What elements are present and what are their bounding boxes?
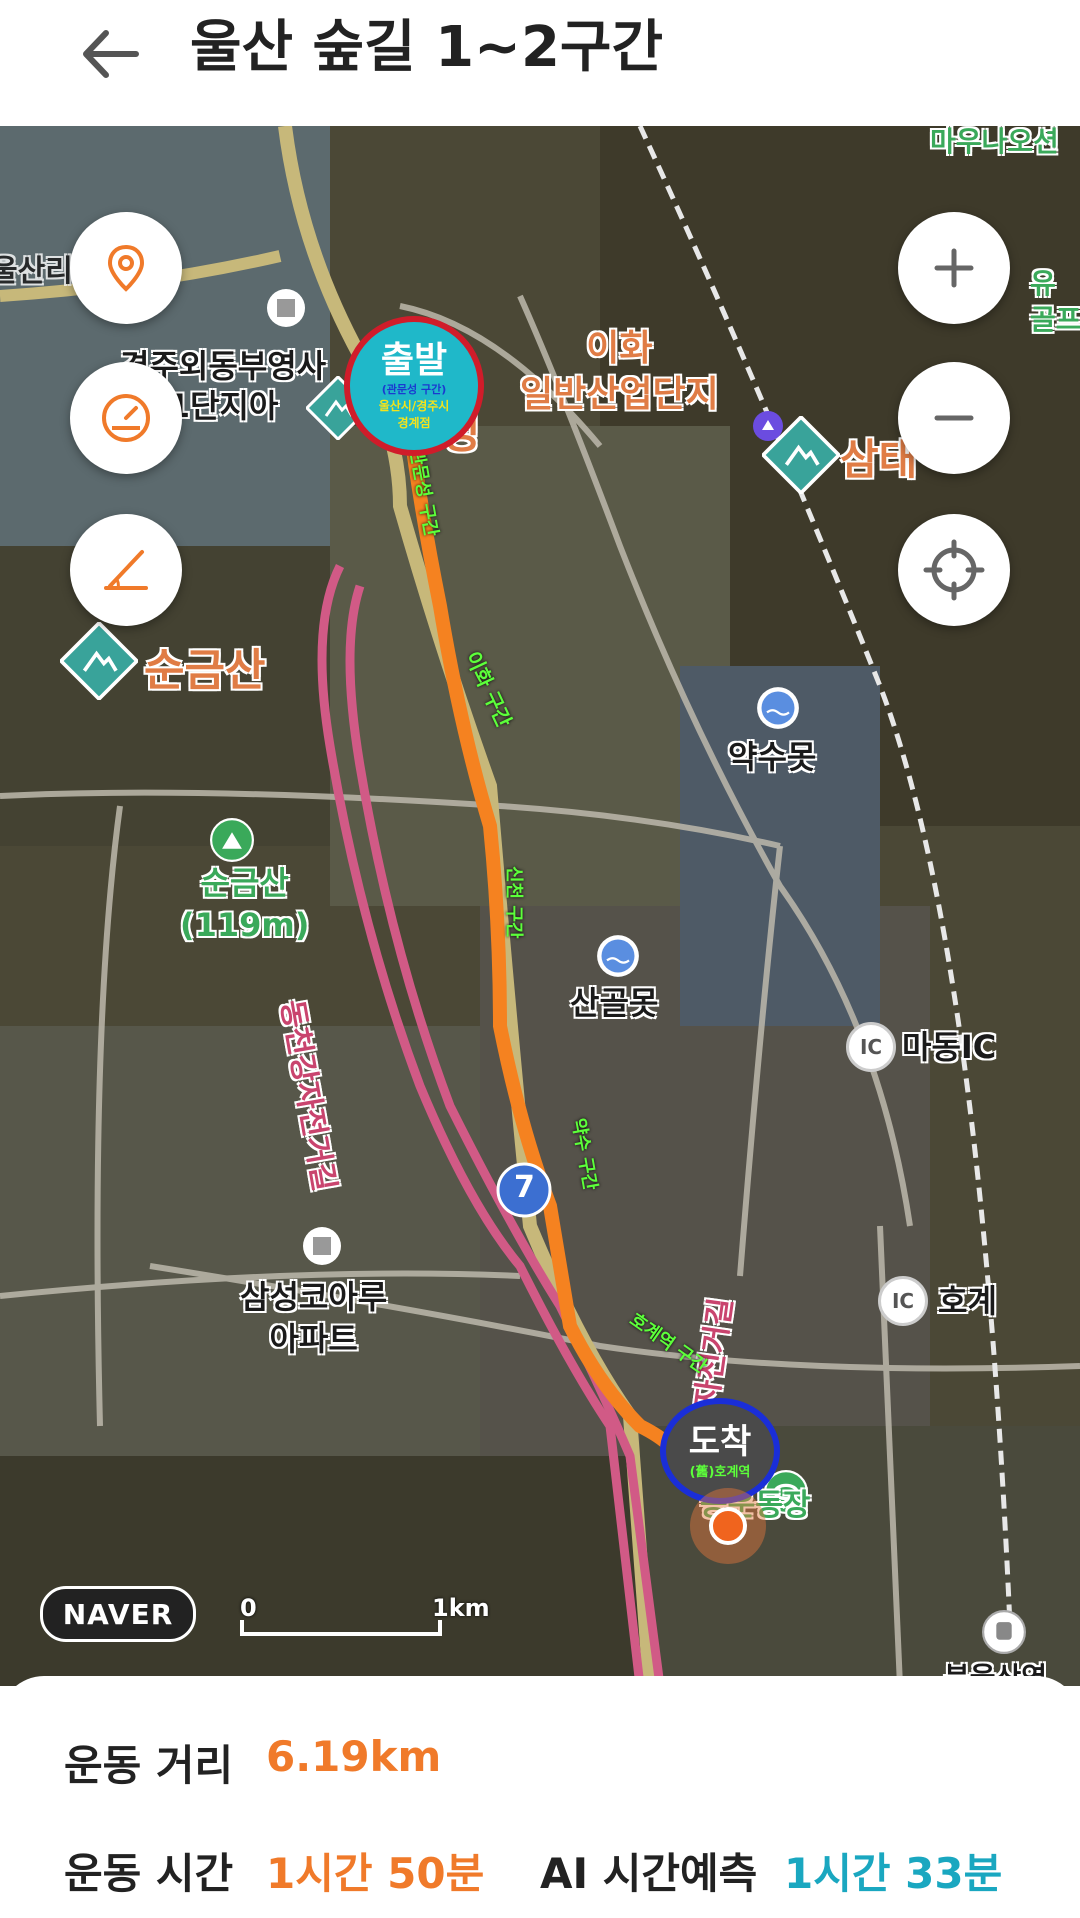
start-sub: (관문성 구간) bbox=[381, 383, 447, 396]
start-sub: 울산시/경주시 bbox=[378, 399, 450, 413]
map-view[interactable]: IC IC 7 경주외동부영사 1단지아 이화 일반산업단지 성 삼태 순금산 … bbox=[0, 126, 1080, 1686]
ic-icon: IC bbox=[878, 1276, 928, 1326]
station-icon bbox=[982, 1610, 1026, 1654]
segment-label: 신천 구간 bbox=[503, 866, 524, 939]
back-button[interactable] bbox=[70, 14, 150, 94]
time-label: 운동 시간 bbox=[64, 1849, 234, 1898]
slope-button[interactable] bbox=[70, 514, 182, 626]
ai-time-label: AI 시간예측 bbox=[540, 1849, 758, 1898]
my-location-button[interactable] bbox=[898, 514, 1010, 626]
speedometer-icon bbox=[102, 394, 150, 442]
top-bar: 울산 숲길 1~2구간 bbox=[0, 0, 1080, 126]
route-7-badge: 7 bbox=[514, 1170, 535, 1205]
ic-icon: IC bbox=[846, 1022, 896, 1072]
distance-label: 운동 거리 bbox=[64, 1741, 234, 1790]
place-label: 마동IC bbox=[902, 1028, 997, 1066]
start-title: 출발 bbox=[380, 340, 448, 381]
place-label: 울산리 bbox=[0, 254, 73, 289]
speed-button[interactable] bbox=[70, 362, 182, 474]
place-label: 순금산 (119m) bbox=[180, 864, 310, 944]
place-label: 마우나오션 bbox=[930, 126, 1059, 158]
naver-logo: NAVER bbox=[40, 1586, 196, 1642]
end-title: 도착 bbox=[688, 1421, 752, 1462]
slope-icon bbox=[104, 550, 148, 590]
arrow-left-icon bbox=[83, 30, 139, 78]
plus-icon bbox=[934, 248, 974, 288]
place-label: 유 골프 bbox=[1030, 267, 1080, 336]
crosshair-icon bbox=[923, 539, 985, 601]
water-icon bbox=[757, 687, 799, 729]
place-marker-icon bbox=[753, 411, 783, 441]
page-title: 울산 숲길 1~2구간 bbox=[190, 15, 663, 80]
place-label: 이화 일반산업단지 bbox=[520, 328, 719, 415]
location-pin-button[interactable] bbox=[70, 212, 182, 324]
place-label: 약수못 bbox=[728, 738, 817, 776]
ai-time-value: 1시간 33분 bbox=[784, 1849, 1003, 1898]
minus-icon bbox=[934, 415, 974, 421]
scale-bar: 0 1km bbox=[240, 1594, 490, 1654]
end-sub: (舊)호계역 bbox=[689, 1464, 751, 1480]
zoom-out-button[interactable] bbox=[898, 362, 1010, 474]
mountain-icon bbox=[60, 622, 138, 700]
building-icon bbox=[303, 1227, 341, 1265]
peak-icon bbox=[210, 818, 254, 862]
stats-panel: 운동 거리 6.19km 운동 시간 1시간 50분 AI 시간예측 1시간 3… bbox=[0, 1676, 1080, 1918]
distance-value: 6.19km bbox=[266, 1732, 442, 1781]
water-icon bbox=[597, 935, 639, 977]
place-label: 순금산 bbox=[144, 645, 266, 696]
building-icon bbox=[267, 289, 305, 327]
zoom-in-button[interactable] bbox=[898, 212, 1010, 324]
start-sub: 경계점 bbox=[397, 416, 431, 430]
time-value: 1시간 50분 bbox=[266, 1849, 485, 1898]
place-label: 삼성코아루 아파트 bbox=[240, 1278, 388, 1358]
current-location-marker bbox=[690, 1488, 766, 1564]
location-pin-icon bbox=[107, 244, 145, 292]
place-label: 산골못 bbox=[570, 984, 659, 1022]
start-marker[interactable]: 출발 (관문성 구간) 울산시/경주시 경계점 bbox=[344, 316, 484, 456]
place-label: 호계 bbox=[938, 1282, 997, 1320]
scale-line bbox=[240, 1620, 442, 1636]
